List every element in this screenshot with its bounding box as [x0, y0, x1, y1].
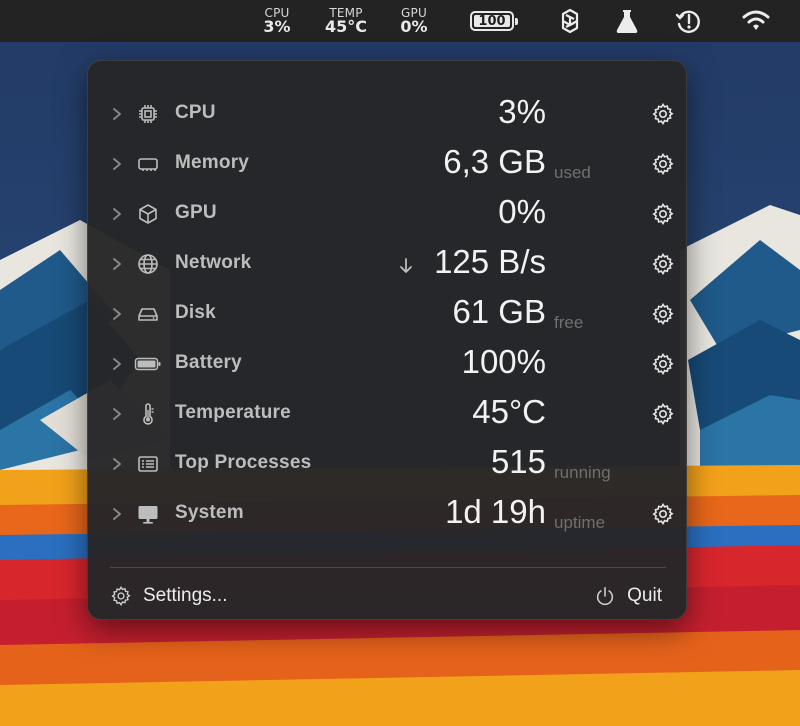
menu-bar: CPU 3% TEMP 45°C GPU 0% 100	[0, 0, 800, 42]
row-battery[interactable]: Battery 100%	[88, 339, 688, 389]
row-value-memory: 6,3 GB	[443, 143, 546, 180]
quit-button[interactable]: Quit	[594, 583, 662, 609]
row-value-system: 1d 19h	[445, 493, 546, 530]
globe-icon	[138, 254, 158, 274]
thermometer-icon	[143, 403, 154, 425]
settings-button[interactable]: Settings...	[110, 583, 228, 609]
row-unit-system: uptime	[554, 513, 606, 532]
menubar-temp-value: 45°C	[324, 17, 367, 36]
settings-label: Settings...	[143, 585, 228, 606]
process-list-icon	[138, 456, 158, 472]
quit-label: Quit	[627, 585, 662, 606]
row-value-battery: 100%	[461, 343, 546, 380]
row-label-gpu: GPU	[175, 202, 217, 223]
row-value-disk: 61 GB	[452, 293, 546, 330]
gear-icon[interactable]	[651, 402, 675, 426]
row-temperature[interactable]: Temperature 45°C	[88, 389, 688, 439]
gear-icon[interactable]	[651, 152, 675, 176]
divider	[110, 567, 666, 568]
gear-icon[interactable]	[651, 502, 675, 526]
row-disk[interactable]: Disk 61 GB free	[88, 289, 688, 339]
chevron-right-icon[interactable]	[110, 456, 124, 472]
row-value-cpu: 3%	[498, 93, 546, 130]
chevron-right-icon[interactable]	[110, 356, 124, 372]
gear-icon	[111, 586, 131, 607]
row-network[interactable]: Network 125 B/s	[88, 239, 688, 289]
row-label-battery: Battery	[175, 352, 242, 373]
chevron-right-icon[interactable]	[110, 156, 124, 172]
time-machine-icon[interactable]	[673, 6, 703, 36]
chevron-right-icon[interactable]	[110, 406, 124, 422]
memory-icon	[138, 158, 158, 171]
chevron-right-icon[interactable]	[110, 506, 124, 522]
row-value-network: 125 B/s	[434, 243, 546, 280]
gear-icon[interactable]	[651, 202, 675, 226]
battery-icon	[134, 357, 161, 371]
menubar-cpu-stat[interactable]: CPU 3%	[260, 7, 294, 35]
menubar-gpu-value: 0%	[400, 17, 428, 36]
gear-icon[interactable]	[651, 252, 675, 276]
menubar-temp-stat[interactable]: TEMP 45°C	[321, 7, 371, 35]
chevron-right-icon[interactable]	[110, 256, 124, 272]
power-icon	[597, 586, 614, 606]
row-cpu[interactable]: CPU 3%	[88, 89, 688, 139]
row-top-processes[interactable]: Top Processes 515 running	[88, 439, 688, 489]
menubar-gpu-stat[interactable]: GPU 0%	[397, 7, 431, 35]
row-label-top-processes: Top Processes	[175, 452, 312, 473]
monitor-icon	[138, 506, 158, 524]
row-label-network: Network	[175, 252, 252, 273]
row-unit-disk: free	[554, 313, 584, 332]
row-label-temperature: Temperature	[175, 402, 291, 423]
chatgpt-icon[interactable]	[555, 6, 585, 36]
row-label-memory: Memory	[175, 152, 250, 173]
row-unit-top-processes: running	[554, 463, 611, 482]
row-value-top-processes: 515	[490, 443, 546, 480]
chevron-right-icon[interactable]	[110, 106, 124, 122]
row-value-gpu: 0%	[498, 193, 546, 230]
arrow-down-icon	[400, 258, 412, 273]
row-label-disk: Disk	[175, 302, 216, 323]
row-unit-memory: used	[554, 163, 591, 182]
flask-icon[interactable]	[612, 6, 642, 36]
cpu-chip-icon	[139, 105, 157, 123]
gear-icon[interactable]	[651, 302, 675, 326]
gear-icon[interactable]	[651, 102, 675, 126]
row-gpu[interactable]: GPU 0%	[88, 189, 688, 239]
gpu-cube-icon	[139, 204, 157, 224]
row-label-system: System	[175, 502, 244, 523]
row-label-cpu: CPU	[175, 102, 216, 123]
gear-icon[interactable]	[651, 352, 675, 376]
chevron-right-icon[interactable]	[110, 306, 124, 322]
chevron-right-icon[interactable]	[110, 206, 124, 222]
row-value-temperature: 45°C	[472, 393, 546, 430]
disk-icon	[138, 308, 158, 321]
menubar-battery-percent: 100	[478, 13, 506, 29]
system-stats-popover: CPU 3% Memory 6,3 GB used GPU 0% Network…	[87, 60, 687, 620]
wifi-icon[interactable]	[741, 6, 771, 36]
menubar-battery-icon[interactable]: 100	[470, 11, 518, 31]
menubar-cpu-value: 3%	[263, 17, 291, 36]
row-system[interactable]: System 1d 19h uptime	[88, 489, 688, 539]
row-memory[interactable]: Memory 6,3 GB used	[88, 139, 688, 189]
